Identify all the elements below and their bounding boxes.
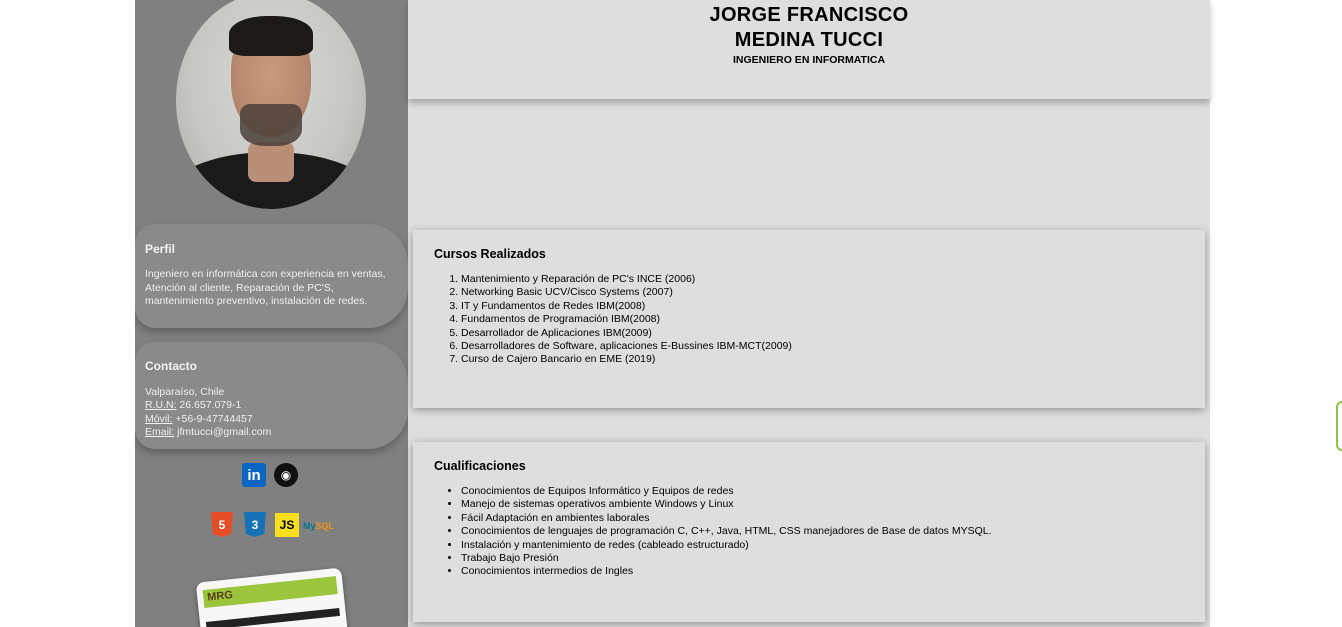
name-line-1: JORGE FRANCISCO (709, 4, 909, 26)
contact-movil: Móvil: +56-9-47744457 (145, 413, 271, 426)
javascript-icon: JS (275, 513, 299, 537)
sidebar: Perfil Ingeniero en informática con expe… (135, 0, 408, 627)
mysql-icon: My SQL (303, 516, 335, 536)
contact-details: Valparaíso, Chile R.U.N: 26.657.079-1 Mó… (145, 386, 271, 440)
cursos-card: Cursos Realizados Mantenimiento y Repara… (413, 230, 1205, 408)
list-item: Networking Basic UCV/Cisco Systems (2007… (461, 286, 792, 299)
contact-email: Email: jfmtucci@gmail.com (145, 426, 271, 439)
list-item: Mantenimiento y Reparación de PC's INCE … (461, 273, 792, 286)
perfil-text: Ingeniero en informática con experiencia… (145, 268, 386, 307)
list-item: Curso de Cajero Bancario en EME (2019) (461, 353, 792, 366)
list-item: Fácil Adaptación en ambientes laborales (461, 512, 992, 525)
movil-value: +56-9-47744457 (175, 412, 253, 425)
contact-run: R.U.N: 26.657.079-1 (145, 399, 271, 412)
movil-label: Móvil: (145, 412, 173, 425)
contact-location: Valparaíso, Chile (145, 386, 225, 398)
contacto-section: Contacto Valparaíso, Chile R.U.N: 26.657… (135, 342, 408, 449)
run-value: 26.657.079-1 (179, 399, 242, 412)
list-item: Desarrolladores de Software, aplicacione… (461, 340, 792, 353)
linkedin-icon[interactable]: in (242, 463, 266, 487)
cursos-title: Cursos Realizados (434, 247, 546, 261)
cursos-list: Mantenimiento y Reparación de PC's INCE … (435, 273, 792, 367)
resume-page: Perfil Ingeniero en informática con expe… (135, 0, 1210, 627)
run-label: R.U.N: (145, 399, 177, 412)
list-item: Manejo de sistemas operativos ambiente W… (461, 498, 992, 511)
email-value: jfmtucci@gmail.com (177, 426, 272, 439)
side-tab-handle[interactable] (1336, 401, 1342, 451)
list-item: Desarrollador de Aplicaciones IBM(2009) (461, 327, 792, 340)
github-icon[interactable]: ◉ (274, 463, 298, 487)
perfil-title: Perfil (145, 242, 176, 256)
email-label[interactable]: Email: (145, 426, 174, 438)
project-thumbnail[interactable]: MRG (195, 567, 349, 627)
cualificaciones-title: Cualificaciones (434, 459, 526, 473)
cualificaciones-list: Conocimientos de Equipos Informático y E… (435, 485, 992, 579)
html5-icon: 5 (211, 512, 233, 537)
contacto-title: Contacto (145, 359, 197, 373)
perfil-section: Perfil Ingeniero en informática con expe… (135, 224, 408, 328)
list-item: Conocimientos intermedios de Ingles (461, 565, 992, 578)
name-line-2: MEDINA TUCCI (734, 29, 884, 51)
list-item: Conocimientos de Equipos Informático y E… (461, 485, 992, 498)
job-title: INGENIERO EN INFORMATICA (732, 54, 886, 66)
list-item: IT y Fundamentos de Redes IBM(2008) (461, 300, 792, 313)
mysql-sql: SQL (315, 521, 335, 531)
list-item: Trabajo Bajo Presión (461, 552, 992, 565)
page-header: JORGE FRANCISCO MEDINA TUCCI INGENIERO E… (408, 0, 1210, 99)
list-item: Fundamentos de Programación IBM(2008) (461, 313, 792, 326)
list-item: Conocimientos de lenguajes de programaci… (461, 525, 992, 538)
mysql-my: My (303, 521, 316, 531)
cualificaciones-card: Cualificaciones Conocimientos de Equipos… (413, 442, 1205, 622)
profile-photo (176, 0, 366, 209)
list-item: Instalación y mantenimiento de redes (ca… (461, 539, 992, 552)
css3-icon: 3 (244, 512, 266, 537)
